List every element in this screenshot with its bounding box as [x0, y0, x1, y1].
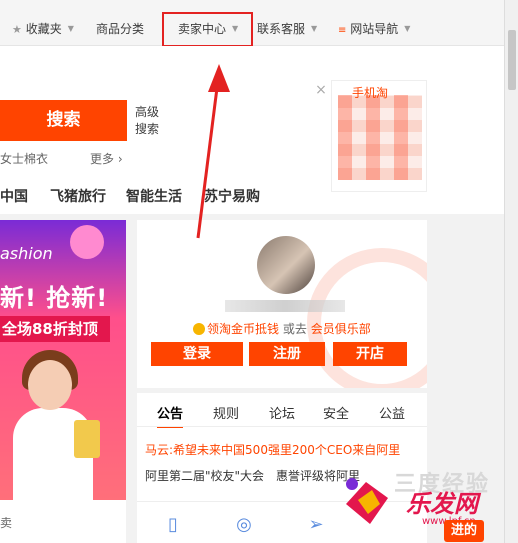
bottom-left-card: 卖: [0, 500, 126, 543]
categories-menu[interactable]: 商品分类: [96, 20, 144, 38]
search-button[interactable]: 搜索: [0, 100, 127, 141]
tab-divider: [137, 426, 427, 427]
game-icon[interactable]: ◎: [233, 514, 255, 536]
chevron-down-icon: ▼: [67, 24, 74, 33]
hot-word-link[interactable]: 女士棉衣: [0, 150, 48, 167]
open-shop-button[interactable]: 开店: [333, 342, 407, 366]
tab-rules[interactable]: 规则: [213, 403, 239, 422]
advanced-search-link[interactable]: 高级搜索: [135, 104, 165, 138]
panel-decor-ring: [307, 248, 427, 388]
chevron-right-icon: ›: [114, 152, 123, 166]
banner-tag: ashion: [0, 244, 53, 263]
menu-lines-icon: ≡: [338, 25, 347, 36]
highlight-box: [162, 12, 253, 47]
scrollbar-thumb[interactable]: [508, 30, 516, 90]
watermark: 三度经验 乐发网 www.lpf.cn 进的: [340, 460, 510, 543]
nav-item-suning[interactable]: 苏宁易购: [204, 186, 260, 206]
tab-charity[interactable]: 公益: [379, 403, 405, 422]
points-line: 领淘金币抵钱 或去 会员俱乐部: [193, 320, 371, 337]
close-icon[interactable]: ×: [313, 82, 329, 98]
nav-item-fliggy[interactable]: 飞猪旅行: [50, 186, 106, 206]
drink-cup: [74, 420, 100, 458]
tab-announcement[interactable]: 公告: [157, 403, 184, 428]
customer-service-label: 联系客服: [257, 22, 306, 36]
scrollbar[interactable]: [504, 0, 518, 543]
model-face: [28, 360, 72, 410]
favorites-menu[interactable]: ★ 收藏夹 ▼: [12, 20, 74, 38]
chevron-down-icon: ▼: [311, 24, 318, 33]
points-or: 或去: [282, 322, 307, 336]
headline-news-link[interactable]: 马云:希望未来中国500强里200个CEO来自阿里: [145, 441, 400, 458]
star-icon: ★: [12, 23, 22, 36]
login-button[interactable]: 登录: [151, 342, 243, 366]
top-toolbar: ★ 收藏夹 ▼ 商品分类 卖家中心 ▼ 联系客服 ▼ ≡ 网站导航 ▼: [0, 0, 518, 47]
watermark-brand: 乐发网: [406, 490, 478, 518]
banner-headline: 新! 抢新!: [0, 284, 109, 312]
customer-service-menu[interactable]: 联系客服 ▼: [257, 20, 317, 38]
bottom-left-label: 卖: [0, 516, 13, 530]
site-nav-menu[interactable]: ≡ 网站导航 ▼: [338, 20, 410, 38]
favorites-label: 收藏夹: [25, 22, 62, 36]
chevron-down-icon: ▼: [404, 24, 411, 33]
tab-forum[interactable]: 论坛: [269, 403, 295, 422]
news-item-alumni[interactable]: 阿里第二届"校友"大会: [145, 469, 264, 483]
phone-icon[interactable]: ▯: [162, 514, 184, 536]
banner-model-image: [8, 350, 100, 500]
send-icon[interactable]: ➢: [305, 514, 327, 536]
site-nav-label: 网站导航: [350, 22, 399, 36]
avatar[interactable]: [257, 236, 315, 294]
nav-item-china[interactable]: 中国: [0, 186, 28, 206]
qr-code-image: [338, 95, 422, 180]
news-line: 阿里第二届"校友"大会 惠誉评级将阿里: [145, 467, 360, 484]
points-link[interactable]: 领淘金币抵钱: [207, 322, 279, 336]
watermark-logo: [346, 478, 388, 524]
register-button[interactable]: 注册: [249, 342, 325, 366]
qr-title: 手机淘: [352, 86, 389, 100]
nav-item-smart-life[interactable]: 智能生活: [126, 186, 182, 206]
member-panel: 领淘金币抵钱 或去 会员俱乐部 登录 注册 开店: [137, 220, 427, 388]
categories-label: 商品分类: [96, 22, 145, 36]
club-link[interactable]: 会员俱乐部: [311, 322, 371, 336]
more-label: 更多: [90, 152, 115, 166]
username-blurred: [225, 300, 345, 312]
coin-icon: [193, 323, 205, 335]
banner-discount: 全场88折封顶: [0, 316, 110, 342]
promo-banner[interactable]: ashion 新! 抢新! 全场88折封顶: [0, 220, 126, 500]
tab-security[interactable]: 安全: [323, 403, 349, 422]
watermark-button: 进的: [444, 520, 484, 542]
notice-tabs: 公告 规则 论坛 安全 公益: [137, 403, 427, 428]
more-link[interactable]: 更多 ›: [90, 150, 123, 167]
banner-decor-circle: [70, 225, 104, 259]
